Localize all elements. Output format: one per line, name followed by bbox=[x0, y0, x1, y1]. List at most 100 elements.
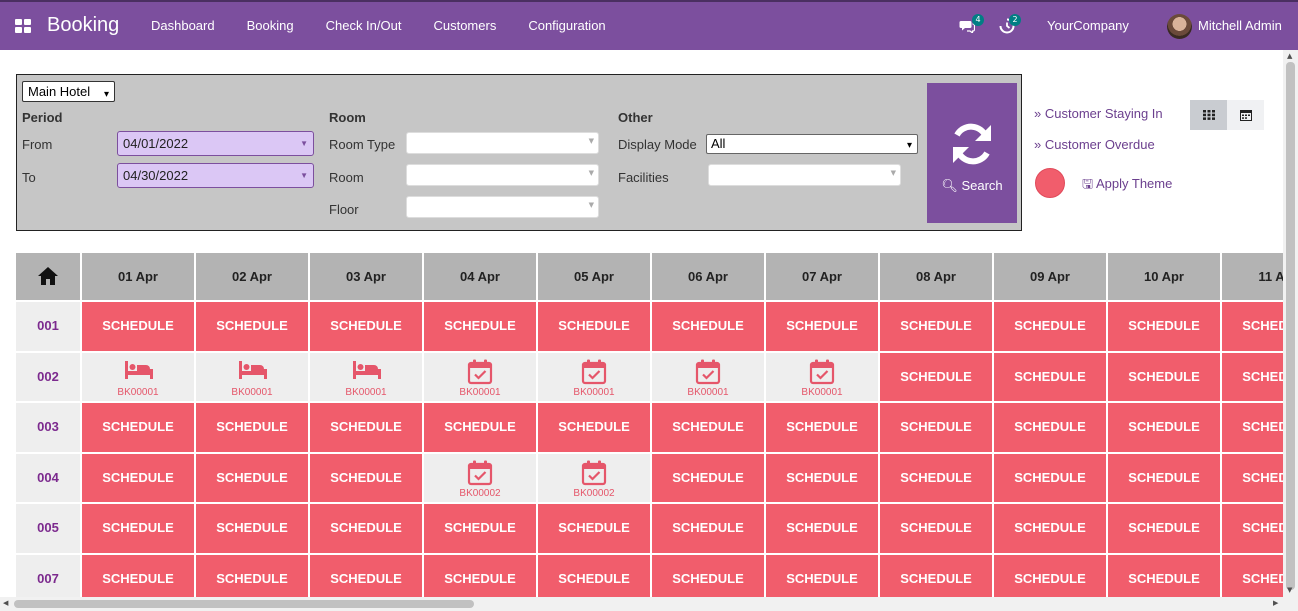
schedule-cell[interactable]: SCHEDULE bbox=[82, 504, 194, 553]
schedule-cell[interactable]: SCHEDULE bbox=[880, 554, 992, 597]
room-label[interactable]: 002 bbox=[16, 352, 80, 401]
schedule-cell[interactable]: SCHEDULE bbox=[1108, 403, 1220, 452]
schedule-cell[interactable]: SCHEDULE bbox=[1108, 302, 1220, 351]
schedule-cell[interactable]: SCHEDULE bbox=[994, 453, 1106, 502]
schedule-cell[interactable]: SCHEDULE bbox=[994, 302, 1106, 351]
schedule-cell[interactable]: SCHEDULE bbox=[196, 403, 308, 452]
schedule-cell[interactable]: SCHEDULE bbox=[766, 554, 878, 597]
scroll-right-arrow-icon[interactable]: ▶ bbox=[1273, 599, 1278, 607]
schedule-cell[interactable]: SCHEDULE bbox=[1222, 352, 1283, 401]
customer-overdue-link[interactable]: » Customer Overdue bbox=[1034, 137, 1155, 152]
schedule-cell[interactable]: SCHEDULE bbox=[310, 453, 422, 502]
scroll-left-arrow-icon[interactable]: ◀ bbox=[3, 599, 8, 607]
theme-color-picker[interactable] bbox=[1035, 168, 1065, 198]
floor-select[interactable]: ▼ bbox=[406, 196, 599, 218]
schedule-cell[interactable]: SCHEDULE bbox=[310, 504, 422, 553]
menu-dashboard[interactable]: Dashboard bbox=[135, 2, 231, 50]
booking-cell[interactable]: BK00001 bbox=[766, 352, 878, 401]
room-label[interactable]: 001 bbox=[16, 302, 80, 351]
schedule-cell[interactable]: SCHEDULE bbox=[1108, 352, 1220, 401]
room-label[interactable]: 005 bbox=[16, 504, 80, 553]
horizontal-scrollbar[interactable]: ◀ ▶ bbox=[0, 597, 1298, 611]
schedule-cell[interactable]: SCHEDULE bbox=[652, 453, 764, 502]
schedule-cell[interactable]: SCHEDULE bbox=[82, 554, 194, 597]
schedule-cell[interactable]: SCHEDULE bbox=[994, 352, 1106, 401]
booking-cell[interactable]: BK00001 bbox=[652, 352, 764, 401]
menu-check-in-out[interactable]: Check In/Out bbox=[310, 2, 418, 50]
horizontal-scrollbar-thumb[interactable] bbox=[14, 600, 474, 608]
search-button[interactable]: 🔍︎ Search bbox=[927, 83, 1017, 223]
schedule-cell[interactable]: SCHEDULE bbox=[82, 403, 194, 452]
calendar-view-button[interactable] bbox=[1227, 100, 1264, 130]
schedule-cell[interactable]: SCHEDULE bbox=[538, 302, 650, 351]
hotel-select[interactable]: Main Hotel ▾ bbox=[22, 81, 115, 102]
schedule-cell[interactable]: SCHEDULE bbox=[310, 554, 422, 597]
booking-cell[interactable]: BK00001 bbox=[310, 352, 422, 401]
facilities-select[interactable]: ▼ bbox=[708, 164, 901, 186]
schedule-cell[interactable]: SCHEDULE bbox=[1108, 453, 1220, 502]
home-corner-cell[interactable] bbox=[16, 253, 80, 300]
booking-cell[interactable]: BK00001 bbox=[196, 352, 308, 401]
schedule-cell[interactable]: SCHEDULE bbox=[766, 504, 878, 553]
schedule-cell[interactable]: SCHEDULE bbox=[766, 403, 878, 452]
user-menu[interactable]: Mitchell Admin bbox=[1198, 2, 1282, 50]
schedule-cell[interactable]: SCHEDULE bbox=[538, 504, 650, 553]
schedule-cell[interactable]: SCHEDULE bbox=[310, 302, 422, 351]
schedule-cell[interactable]: SCHEDULE bbox=[424, 554, 536, 597]
schedule-cell[interactable]: SCHEDULE bbox=[766, 302, 878, 351]
schedule-cell[interactable]: SCHEDULE bbox=[766, 453, 878, 502]
scroll-up-arrow-icon[interactable]: ▲ bbox=[1287, 52, 1292, 60]
schedule-cell[interactable]: SCHEDULE bbox=[1222, 302, 1283, 351]
schedule-cell[interactable]: SCHEDULE bbox=[538, 403, 650, 452]
schedule-cell[interactable]: SCHEDULE bbox=[652, 302, 764, 351]
schedule-cell[interactable]: SCHEDULE bbox=[196, 554, 308, 597]
display-mode-select[interactable]: All ▾ bbox=[706, 134, 918, 154]
from-date-input[interactable]: 04/01/2022 ▼ bbox=[117, 131, 314, 156]
schedule-cell[interactable]: SCHEDULE bbox=[196, 453, 308, 502]
schedule-cell[interactable]: SCHEDULE bbox=[196, 504, 308, 553]
schedule-cell[interactable]: SCHEDULE bbox=[880, 504, 992, 553]
apply-theme-link[interactable]: 🖫 Apply Theme bbox=[1082, 175, 1172, 197]
schedule-cell[interactable]: SCHEDULE bbox=[424, 403, 536, 452]
schedule-cell[interactable]: SCHEDULE bbox=[880, 453, 992, 502]
booking-cell[interactable]: BK00001 bbox=[82, 352, 194, 401]
room-label[interactable]: 004 bbox=[16, 453, 80, 502]
schedule-cell[interactable]: SCHEDULE bbox=[1222, 504, 1283, 553]
schedule-cell[interactable]: SCHEDULE bbox=[652, 403, 764, 452]
schedule-cell[interactable]: SCHEDULE bbox=[538, 554, 650, 597]
customer-staying-in-link[interactable]: » Customer Staying In bbox=[1034, 106, 1163, 121]
grid-view-button[interactable] bbox=[1190, 100, 1227, 130]
vertical-scrollbar-thumb[interactable] bbox=[1286, 62, 1295, 590]
schedule-cell[interactable]: SCHEDULE bbox=[994, 403, 1106, 452]
schedule-cell[interactable]: SCHEDULE bbox=[82, 453, 194, 502]
schedule-cell[interactable]: SCHEDULE bbox=[82, 302, 194, 351]
schedule-cell[interactable]: SCHEDULE bbox=[424, 302, 536, 351]
schedule-cell[interactable]: SCHEDULE bbox=[1222, 403, 1283, 452]
room-label[interactable]: 007 bbox=[16, 554, 80, 597]
schedule-cell[interactable]: SCHEDULE bbox=[652, 554, 764, 597]
schedule-cell[interactable]: SCHEDULE bbox=[196, 302, 308, 351]
booking-cell[interactable]: BK00001 bbox=[424, 352, 536, 401]
menu-customers[interactable]: Customers bbox=[417, 2, 512, 50]
menu-booking[interactable]: Booking bbox=[231, 2, 310, 50]
schedule-cell[interactable]: SCHEDULE bbox=[880, 302, 992, 351]
schedule-cell[interactable]: SCHEDULE bbox=[1108, 504, 1220, 553]
schedule-cell[interactable]: SCHEDULE bbox=[994, 554, 1106, 597]
to-date-input[interactable]: 04/30/2022 ▼ bbox=[117, 163, 314, 188]
user-avatar[interactable] bbox=[1167, 14, 1192, 39]
schedule-cell[interactable]: SCHEDULE bbox=[994, 504, 1106, 553]
room-select[interactable]: ▼ bbox=[406, 164, 599, 186]
app-title[interactable]: Booking bbox=[47, 14, 119, 37]
company-switcher[interactable]: YourCompany bbox=[1047, 2, 1129, 50]
vertical-scrollbar[interactable]: ▲ ▼ bbox=[1283, 50, 1298, 597]
schedule-cell[interactable]: SCHEDULE bbox=[1222, 453, 1283, 502]
schedule-cell[interactable]: SCHEDULE bbox=[880, 352, 992, 401]
apps-menu-icon[interactable] bbox=[15, 19, 31, 33]
schedule-cell[interactable]: SCHEDULE bbox=[1222, 554, 1283, 597]
room-type-select[interactable]: ▼ bbox=[406, 132, 599, 154]
room-label[interactable]: 003 bbox=[16, 403, 80, 452]
booking-cell[interactable]: BK00001 bbox=[538, 352, 650, 401]
schedule-cell[interactable]: SCHEDULE bbox=[652, 504, 764, 553]
booking-cell[interactable]: BK00002 bbox=[538, 453, 650, 502]
scroll-down-arrow-icon[interactable]: ▼ bbox=[1287, 586, 1292, 594]
